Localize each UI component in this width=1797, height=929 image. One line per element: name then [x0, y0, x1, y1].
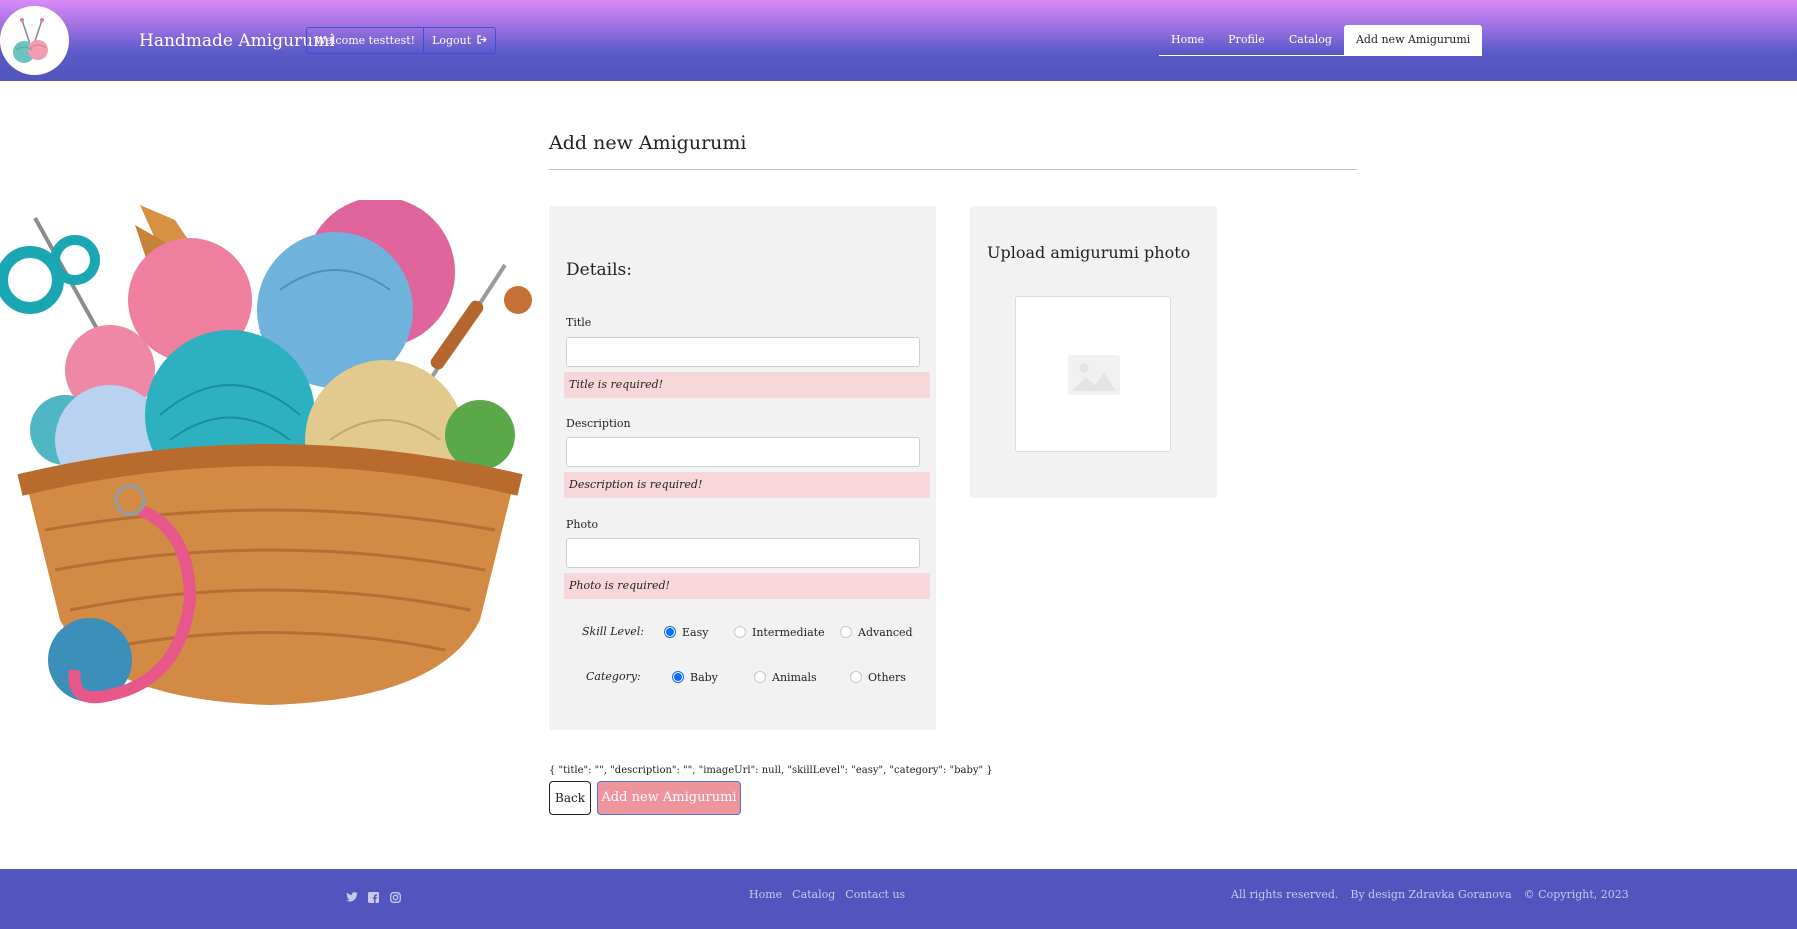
main-nav: Home Profile Catalog Add new Amigurumi [1159, 25, 1483, 56]
logout-icon [477, 28, 487, 53]
logo[interactable] [0, 6, 69, 75]
details-card: Details: Title Title is required! Descri… [549, 206, 936, 730]
title-divider [549, 169, 1357, 170]
radio-checked-icon [664, 626, 676, 638]
welcome-button[interactable]: Welcome testtest! [307, 28, 425, 53]
facebook-icon[interactable] [368, 888, 380, 903]
yarn-basket-illustration [0, 197, 540, 720]
radio-checked-icon [672, 671, 684, 683]
page-title: Add new Amigurumi [549, 132, 747, 154]
photo-input[interactable] [566, 538, 920, 568]
category-baby-radio[interactable]: Baby [672, 667, 718, 687]
skill-advanced-radio[interactable]: Advanced [840, 622, 913, 642]
upload-card: Upload amigurumi photo [970, 206, 1217, 498]
image-placeholder-icon [1068, 355, 1120, 399]
nav-add-new-amigurumi[interactable]: Add new Amigurumi [1343, 25, 1483, 55]
title-input[interactable] [566, 337, 920, 367]
category-others-radio[interactable]: Others [850, 667, 906, 687]
category-baby-label: Baby [690, 670, 718, 684]
nav-profile[interactable]: Profile [1216, 25, 1277, 55]
photo-error: Photo is required! [564, 573, 930, 599]
radio-unchecked-icon [734, 626, 746, 638]
footer-rights: All rights reserved. [1231, 888, 1339, 901]
skill-easy-label: Easy [682, 625, 709, 639]
instagram-icon[interactable] [390, 888, 402, 903]
footer-designer: By design Zdravka Goranova [1350, 888, 1512, 901]
nav-home[interactable]: Home [1159, 25, 1216, 55]
top-navbar: Handmade Amigurumi Welcome testtest! Log… [0, 0, 1797, 81]
footer-link-catalog[interactable]: Catalog [792, 888, 835, 901]
social-links [346, 888, 402, 903]
title-label: Title [566, 316, 592, 329]
category-group: Category: Baby Animals Others [549, 667, 936, 687]
category-others-label: Others [868, 670, 906, 684]
logout-label: Logout [432, 34, 472, 47]
add-new-amigurumi-button[interactable]: Add new Amigurumi [597, 781, 741, 815]
description-input[interactable] [566, 437, 920, 467]
title-error: Title is required! [564, 372, 930, 398]
yarn-logo-icon [0, 6, 68, 74]
description-error: Description is required! [564, 472, 930, 498]
json-preview: { "title": "", "description": "", "image… [549, 765, 993, 776]
radio-unchecked-icon [754, 671, 766, 683]
photo-preview [1015, 296, 1171, 452]
footer-link-home[interactable]: Home [749, 888, 782, 901]
skill-level-label: Skill Level: [582, 625, 645, 638]
footer-credits: All rights reserved. By design Zdravka G… [1231, 888, 1629, 901]
footer: Home Catalog Contact us All rights reser… [0, 869, 1797, 929]
photo-label: Photo [566, 518, 599, 531]
twitter-icon[interactable] [346, 888, 358, 902]
category-label: Category: [586, 670, 641, 683]
nav-catalog[interactable]: Catalog [1277, 25, 1344, 55]
back-button[interactable]: Back [549, 781, 591, 815]
skill-level-group: Skill Level: Easy Intermediate Advanced [549, 622, 936, 642]
user-button-group: Welcome testtest! Logout [306, 27, 496, 54]
skill-advanced-label: Advanced [858, 625, 913, 639]
upload-heading: Upload amigurumi photo [987, 243, 1191, 262]
radio-unchecked-icon [850, 671, 862, 683]
skill-easy-radio[interactable]: Easy [664, 622, 708, 642]
skill-intermediate-label: Intermediate [752, 625, 825, 639]
description-label: Description [566, 417, 631, 430]
radio-unchecked-icon [840, 626, 852, 638]
details-heading: Details: [566, 260, 632, 280]
skill-intermediate-radio[interactable]: Intermediate [734, 622, 825, 642]
category-animals-radio[interactable]: Animals [754, 667, 817, 687]
logout-button[interactable]: Logout [424, 28, 495, 53]
footer-links: Home Catalog Contact us [749, 888, 905, 901]
footer-link-contact-us[interactable]: Contact us [845, 888, 905, 901]
footer-copyright: © Copyright, 2023 [1523, 888, 1629, 901]
category-animals-label: Animals [772, 670, 817, 684]
